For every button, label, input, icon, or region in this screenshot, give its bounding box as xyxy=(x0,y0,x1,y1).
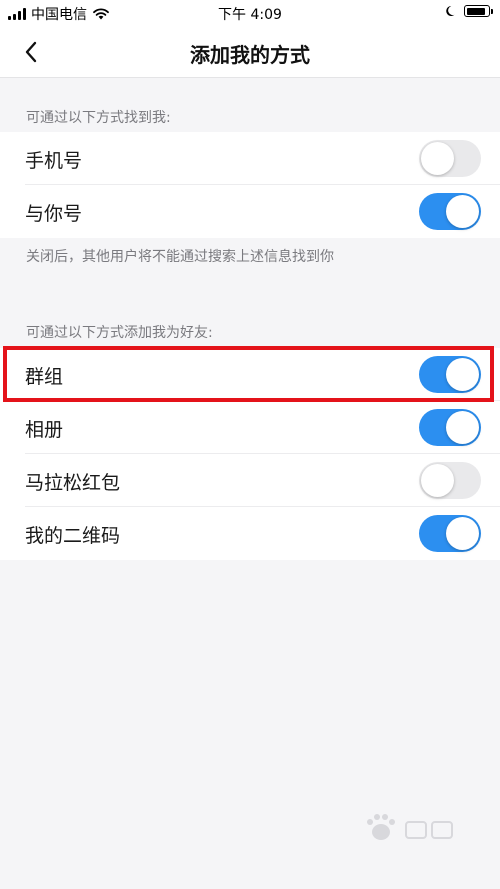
yuni-id-toggle[interactable] xyxy=(419,193,481,230)
setting-row-qrcode: 我的二维码 xyxy=(0,507,500,560)
baidu-jingyan-watermark xyxy=(367,814,453,840)
find-section-note: 关闭后，其他用户将不能通过搜索上述信息找到你 xyxy=(26,249,334,265)
battery-icon xyxy=(464,5,493,17)
setting-label-yuni-id: 与你号 xyxy=(25,203,83,225)
setting-row-album: 相册 xyxy=(0,401,500,454)
setting-row-marathon: 马拉松红包 xyxy=(0,454,500,507)
moon-icon xyxy=(446,6,455,16)
setting-label-album: 相册 xyxy=(25,419,64,441)
setting-label-group: 群组 xyxy=(25,366,64,388)
setting-label-qrcode: 我的二维码 xyxy=(25,525,121,547)
album-toggle[interactable] xyxy=(419,409,481,446)
find-section-header: 可通过以下方式找到我: xyxy=(26,110,171,126)
phone-toggle[interactable] xyxy=(419,140,481,177)
page-title: 添加我的方式 xyxy=(190,43,310,67)
qrcode-toggle[interactable] xyxy=(419,515,481,552)
status-bar: 中国电信 下午 4:09 xyxy=(0,0,500,26)
setting-label-marathon: 马拉松红包 xyxy=(25,472,121,494)
status-right xyxy=(446,5,493,17)
add-section-header: 可通过以下方式添加我为好友: xyxy=(26,325,213,341)
setting-row-phone: 手机号 xyxy=(0,132,500,185)
setting-label-phone: 手机号 xyxy=(25,150,83,172)
setting-row-group: 群组 xyxy=(0,348,500,401)
marathon-toggle[interactable] xyxy=(419,462,481,499)
status-time: 下午 4:09 xyxy=(218,7,282,23)
group-toggle[interactable] xyxy=(419,356,481,393)
screen: 中国电信 下午 4:09 添加我的方式 可通过以下方式找到我: 手机号 与你号 … xyxy=(0,0,500,889)
setting-row-yuni-id: 与你号 xyxy=(0,185,500,238)
nav-bar: 添加我的方式 xyxy=(0,26,500,78)
